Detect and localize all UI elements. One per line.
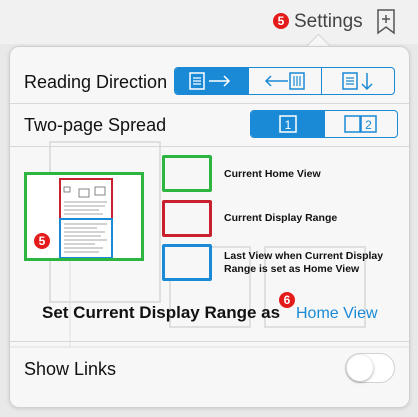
display-range-swatch	[162, 200, 212, 237]
single-page-icon: 1	[278, 115, 297, 133]
home-view-link[interactable]: Home View	[296, 305, 378, 323]
two-page-icon: 2	[344, 115, 377, 133]
top-to-bottom-icon	[342, 72, 373, 91]
last-view-legend-label: Last View when Current Display Range is …	[224, 250, 384, 275]
reading-direction-control	[174, 67, 395, 95]
direction-left-to-right-option[interactable]	[175, 68, 248, 94]
settings-button[interactable]: Settings	[294, 11, 363, 33]
callout-marker-5: 5	[273, 13, 289, 29]
home-view-swatch	[162, 155, 212, 192]
left-to-right-icon	[188, 72, 230, 90]
single-page-option[interactable]: 1	[251, 111, 324, 137]
callout-marker-6: 6	[279, 292, 295, 308]
set-display-range-label: Set Current Display Range as	[42, 303, 281, 322]
callout-marker-5: 5	[34, 233, 50, 249]
two-page-spread-row: Two-page Spread 1 2	[10, 104, 409, 147]
direction-right-to-left-option[interactable]	[248, 68, 321, 94]
display-range-legend-label: Current Display Range	[224, 212, 338, 224]
home-view-legend-label: Current Home View	[224, 168, 321, 180]
reading-direction-row: Reading Direction	[10, 61, 409, 104]
reading-direction-label: Reading Direction	[24, 71, 168, 92]
direction-top-to-bottom-option[interactable]	[321, 68, 394, 94]
two-page-spread-label: Two-page Spread	[24, 114, 167, 135]
last-view-swatch	[162, 244, 212, 281]
two-page-option[interactable]: 2	[324, 111, 397, 137]
toggle-knob	[347, 355, 373, 381]
show-links-label: Show Links	[24, 358, 117, 379]
bookmark-add-icon[interactable]	[376, 9, 396, 35]
single-page-number: 1	[284, 118, 291, 132]
show-links-toggle[interactable]	[345, 353, 395, 383]
top-toolbar: 5 Settings	[0, 0, 418, 44]
settings-popover: Reading Direction Two-page Spread 1 2 5 …	[9, 46, 410, 408]
two-page-spread-control: 1 2	[250, 110, 398, 138]
right-to-left-icon	[264, 72, 305, 90]
two-page-number: 2	[365, 118, 372, 132]
